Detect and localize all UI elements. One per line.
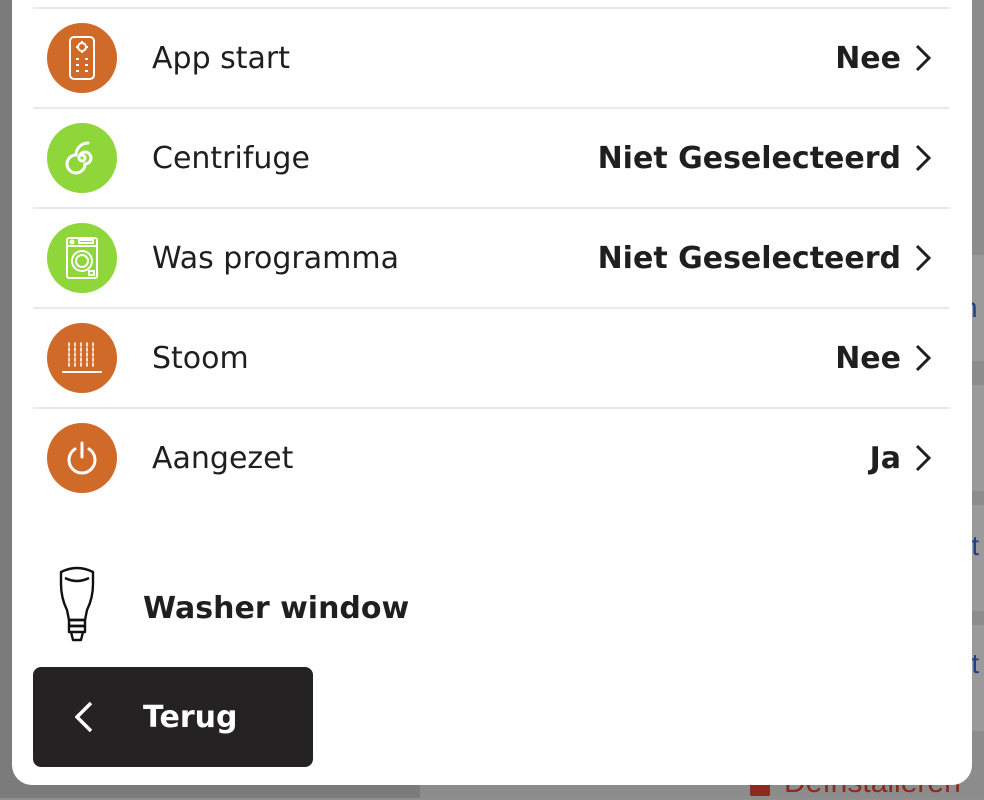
remote-icon xyxy=(47,23,117,93)
settings-list: App start Nee Centrifuge Niet Geselectee… xyxy=(33,7,949,507)
steam-icon xyxy=(47,323,117,393)
setting-label: Was programma xyxy=(152,240,399,276)
washing-machine-icon xyxy=(47,223,117,293)
back-button[interactable]: Terug xyxy=(33,667,313,767)
setting-value: Ja xyxy=(869,440,901,476)
setting-row-stoom[interactable]: Stoom Nee xyxy=(33,309,949,409)
setting-row-centrifuge[interactable]: Centrifuge Niet Geselecteerd xyxy=(33,109,949,209)
setting-label: App start xyxy=(152,40,291,76)
setting-label: Aangezet xyxy=(152,440,294,476)
chevron-right-icon xyxy=(901,244,945,272)
chevron-right-icon xyxy=(901,444,945,472)
back-button-label: Terug xyxy=(143,699,238,735)
power-icon xyxy=(47,423,117,493)
setting-row-aangezet[interactable]: Aangezet Ja xyxy=(33,409,949,507)
setting-value: Niet Geselecteerd xyxy=(597,140,901,176)
device-name: Washer window xyxy=(143,590,410,626)
spin-icon xyxy=(47,123,117,193)
device-header: Washer window xyxy=(55,566,409,650)
setting-row-app-start[interactable]: App start Nee xyxy=(33,9,949,109)
chevron-left-icon xyxy=(75,701,93,733)
setting-label: Centrifuge xyxy=(152,140,310,176)
chevron-right-icon xyxy=(901,144,945,172)
chevron-right-icon xyxy=(901,344,945,372)
setting-label: Stoom xyxy=(152,340,249,376)
lightbulb-icon xyxy=(55,566,99,650)
settings-modal: App start Nee Centrifuge Niet Geselectee… xyxy=(12,0,972,785)
setting-value: Nee xyxy=(835,340,901,376)
setting-row-was-programma[interactable]: Was programma Niet Geselecteerd xyxy=(33,209,949,309)
setting-value: Nee xyxy=(835,40,901,76)
chevron-right-icon xyxy=(901,44,945,72)
setting-value: Niet Geselecteerd xyxy=(597,240,901,276)
